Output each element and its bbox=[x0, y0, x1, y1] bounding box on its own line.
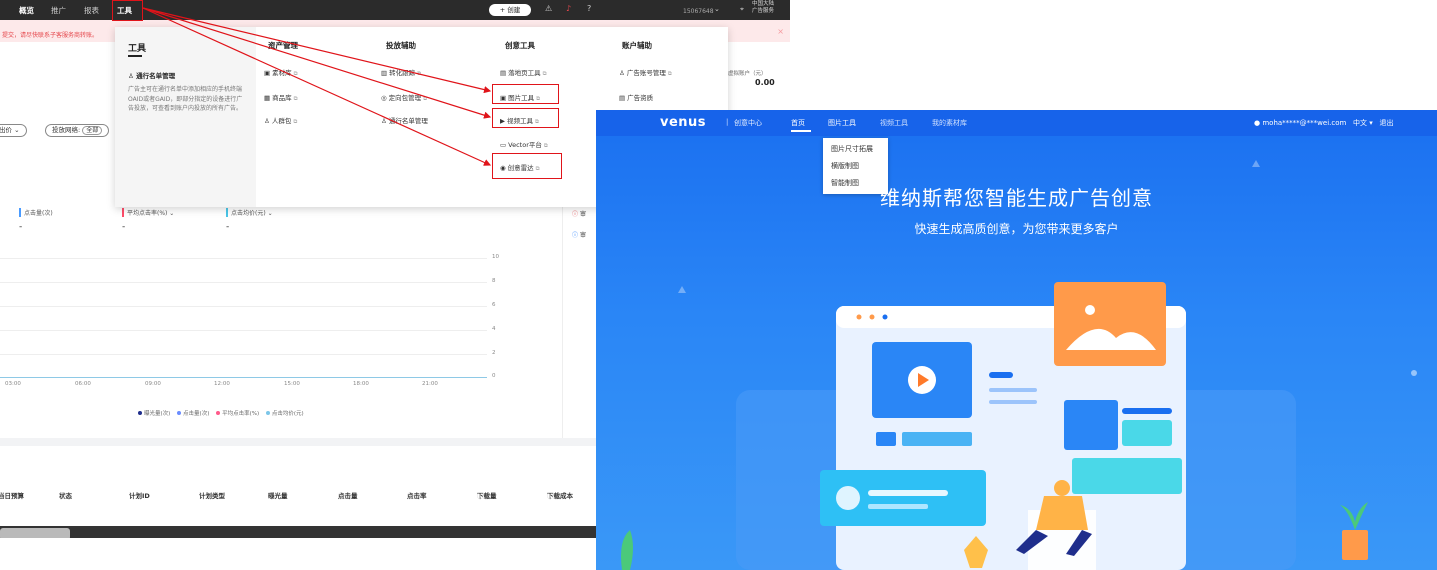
hero-illustration bbox=[621, 282, 1368, 570]
venus-creative-center-screenshot: venus | 创意中心 首页 图片工具 视频工具 我的素材库 ● moha**… bbox=[596, 110, 1437, 570]
arrow-to-image-tool bbox=[142, 7, 492, 94]
arrow-to-video-tool bbox=[142, 7, 492, 119]
arrow-to-creative-radar bbox=[142, 7, 492, 166]
